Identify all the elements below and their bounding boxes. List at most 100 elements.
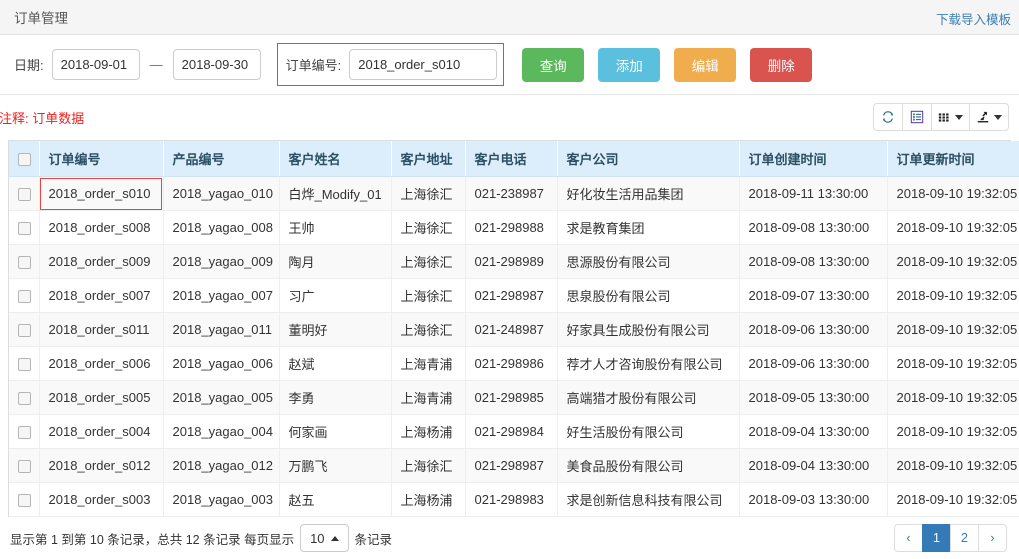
page-size-value: 10: [310, 530, 325, 546]
table-row[interactable]: 2018_order_s007 2018_yagao_007 习广 上海徐汇 021-2…: [9, 278, 1019, 313]
cell-phone: 021-298984: [465, 414, 558, 449]
table-row[interactable]: 2018_order_s005 2018_yagao_005 李勇 上海青浦 021-2…: [9, 380, 1019, 415]
cell-company: 求是教育集团: [557, 210, 740, 245]
cell-product-no: 2018_yagao_003: [163, 482, 280, 517]
query-button[interactable]: 查询: [522, 47, 585, 82]
table-row[interactable]: 2018_order_s011 2018_yagao_011 董明好 上海徐汇 021-…: [9, 312, 1019, 347]
toggle-view-button[interactable]: [902, 103, 932, 131]
cell-phone: 021-298987: [465, 278, 558, 313]
table-head: 订单编号 产品编号 客户姓名 客户地址 客户电话 客户公司 订单创建时间 订单更…: [9, 141, 1019, 177]
table-row[interactable]: 2018_order_s003 2018_yagao_003 赵五 上海杨浦 021-2…: [9, 482, 1019, 517]
table-row[interactable]: 2018_order_s008 2018_yagao_008 王帅 上海徐汇 021-2…: [9, 210, 1019, 245]
cell-address: 上海徐汇: [391, 244, 466, 279]
table-row[interactable]: 2018_order_s004 2018_yagao_004 何家画 上海杨浦 021-…: [9, 414, 1019, 449]
th-created[interactable]: 订单创建时间: [739, 141, 888, 177]
row-checkbox[interactable]: [18, 188, 31, 202]
page-prev[interactable]: ‹: [894, 524, 923, 552]
cell-company: 求是创新信息科技有限公司: [557, 482, 740, 517]
row-select-cell: [9, 380, 40, 415]
export-button[interactable]: [969, 103, 1009, 131]
row-select-cell: [9, 312, 40, 347]
refresh-button[interactable]: [873, 103, 903, 131]
cell-customer: 万鹏飞: [279, 448, 392, 483]
row-checkbox[interactable]: [18, 256, 31, 270]
cell-order-no: 2018_order_s010: [39, 176, 164, 211]
table-row[interactable]: 2018_order_s009 2018_yagao_009 陶月 上海徐汇 021-2…: [9, 244, 1019, 279]
edit-button[interactable]: 编辑: [674, 47, 737, 82]
th-customer[interactable]: 客户姓名: [279, 141, 392, 177]
th-company[interactable]: 客户公司: [557, 141, 740, 177]
th-product-no[interactable]: 产品编号: [163, 141, 280, 177]
th-phone[interactable]: 客户电话: [465, 141, 558, 177]
table-row[interactable]: 2018_order_s006 2018_yagao_006 赵斌 上海青浦 021-2…: [9, 346, 1019, 381]
download-import-template-link[interactable]: 下载导入模板: [936, 9, 1011, 28]
page-2[interactable]: 2: [950, 524, 979, 552]
table-row[interactable]: 2018_order_s012 2018_yagao_012 万鹏飞 上海徐汇 021-…: [9, 448, 1019, 483]
cell-updated: 2018-09-10 19:32:05: [887, 244, 1019, 279]
cell-company: 好化妆生活用品集团: [557, 176, 740, 211]
row-checkbox[interactable]: [18, 460, 31, 474]
cell-phone: 021-238987: [465, 176, 558, 211]
record-info-suffix: 条记录: [354, 532, 393, 547]
cell-created: 2018-09-03 13:30:00: [739, 482, 888, 517]
row-checkbox[interactable]: [18, 222, 31, 236]
add-button[interactable]: 添加: [598, 47, 661, 82]
pagination: ‹ 1 2 ›: [894, 524, 1007, 552]
page-size-select[interactable]: 10: [300, 524, 349, 552]
note-text: 注释: 订单数据: [0, 111, 85, 126]
cell-product-no: 2018_yagao_004: [163, 414, 280, 449]
cell-customer: 董明好: [279, 312, 392, 347]
cell-company: 高端猎才股份有限公司: [557, 380, 740, 415]
page-1[interactable]: 1: [922, 524, 951, 552]
columns-button[interactable]: [931, 103, 970, 131]
row-checkbox[interactable]: [18, 358, 31, 372]
cell-company: 好家具生成股份有限公司: [557, 312, 740, 347]
row-select-cell: [9, 176, 40, 211]
th-updated[interactable]: 订单更新时间: [887, 141, 1019, 177]
cell-customer: 何家画: [279, 414, 392, 449]
refresh-icon: [881, 110, 895, 124]
cell-address: 上海杨浦: [391, 414, 466, 449]
delete-button[interactable]: 删除: [750, 47, 813, 82]
cell-customer: 王帅: [279, 210, 392, 245]
note-and-toolbar-row: 注释: 订单数据: [0, 95, 1019, 140]
date-range-dash: —: [149, 57, 163, 72]
cell-phone: 021-248987: [465, 312, 558, 347]
cell-product-no: 2018_yagao_005: [163, 380, 280, 415]
cell-address: 上海徐汇: [391, 312, 466, 347]
cell-created: 2018-09-08 13:30:00: [739, 210, 888, 245]
cell-updated: 2018-09-10 19:32:05: [887, 176, 1019, 211]
page-header: 订单管理 下载导入模板: [0, 0, 1019, 35]
select-all-header: [9, 141, 40, 177]
select-all-checkbox[interactable]: [18, 153, 31, 167]
row-checkbox[interactable]: [18, 392, 31, 406]
cell-address: 上海徐汇: [391, 278, 466, 313]
cell-phone: 021-298986: [465, 346, 558, 381]
cell-order-no: 2018_order_s008: [39, 210, 164, 245]
record-info: 显示第 1 到第 10 条记录，总共 12 条记录 每页显示 10 条记录: [10, 524, 392, 552]
row-select-cell: [9, 346, 40, 381]
date-from-input[interactable]: [51, 49, 140, 80]
row-checkbox[interactable]: [18, 426, 31, 440]
cell-company: 思泉股份有限公司: [557, 278, 740, 313]
cell-customer: 白烨_Modify_01: [279, 176, 392, 211]
table-footer: 显示第 1 到第 10 条记录，总共 12 条记录 每页显示 10 条记录 ‹ 1…: [0, 517, 1019, 559]
th-address[interactable]: 客户地址: [391, 141, 466, 177]
table-row[interactable]: 2018_order_s010 2018_yagao_010 白烨_Modify_0…: [9, 176, 1019, 211]
table-header-row: 订单编号 产品编号 客户姓名 客户地址 客户电话 客户公司 订单创建时间 订单更…: [9, 141, 1019, 177]
order-no-label: 订单编号:: [285, 58, 342, 73]
orders-table: 订单编号 产品编号 客户姓名 客户地址 客户电话 客户公司 订单创建时间 订单更…: [9, 141, 1019, 517]
page-next[interactable]: ›: [978, 524, 1007, 552]
date-to-input[interactable]: [172, 49, 261, 80]
row-checkbox[interactable]: [18, 290, 31, 304]
cell-order-no: 2018_order_s004: [39, 414, 164, 449]
cell-address: 上海青浦: [391, 380, 466, 415]
order-no-input[interactable]: [349, 49, 498, 80]
cell-address: 上海徐汇: [391, 448, 466, 483]
row-checkbox[interactable]: [18, 494, 31, 508]
th-order-no[interactable]: 订单编号: [39, 141, 164, 177]
table-body: 2018_order_s010 2018_yagao_010 白烨_Modify_0…: [9, 176, 1019, 517]
cell-order-no: 2018_order_s007: [39, 278, 164, 313]
row-checkbox[interactable]: [18, 324, 31, 338]
cell-company: 荐才人才咨询股份有限公司: [557, 346, 740, 381]
